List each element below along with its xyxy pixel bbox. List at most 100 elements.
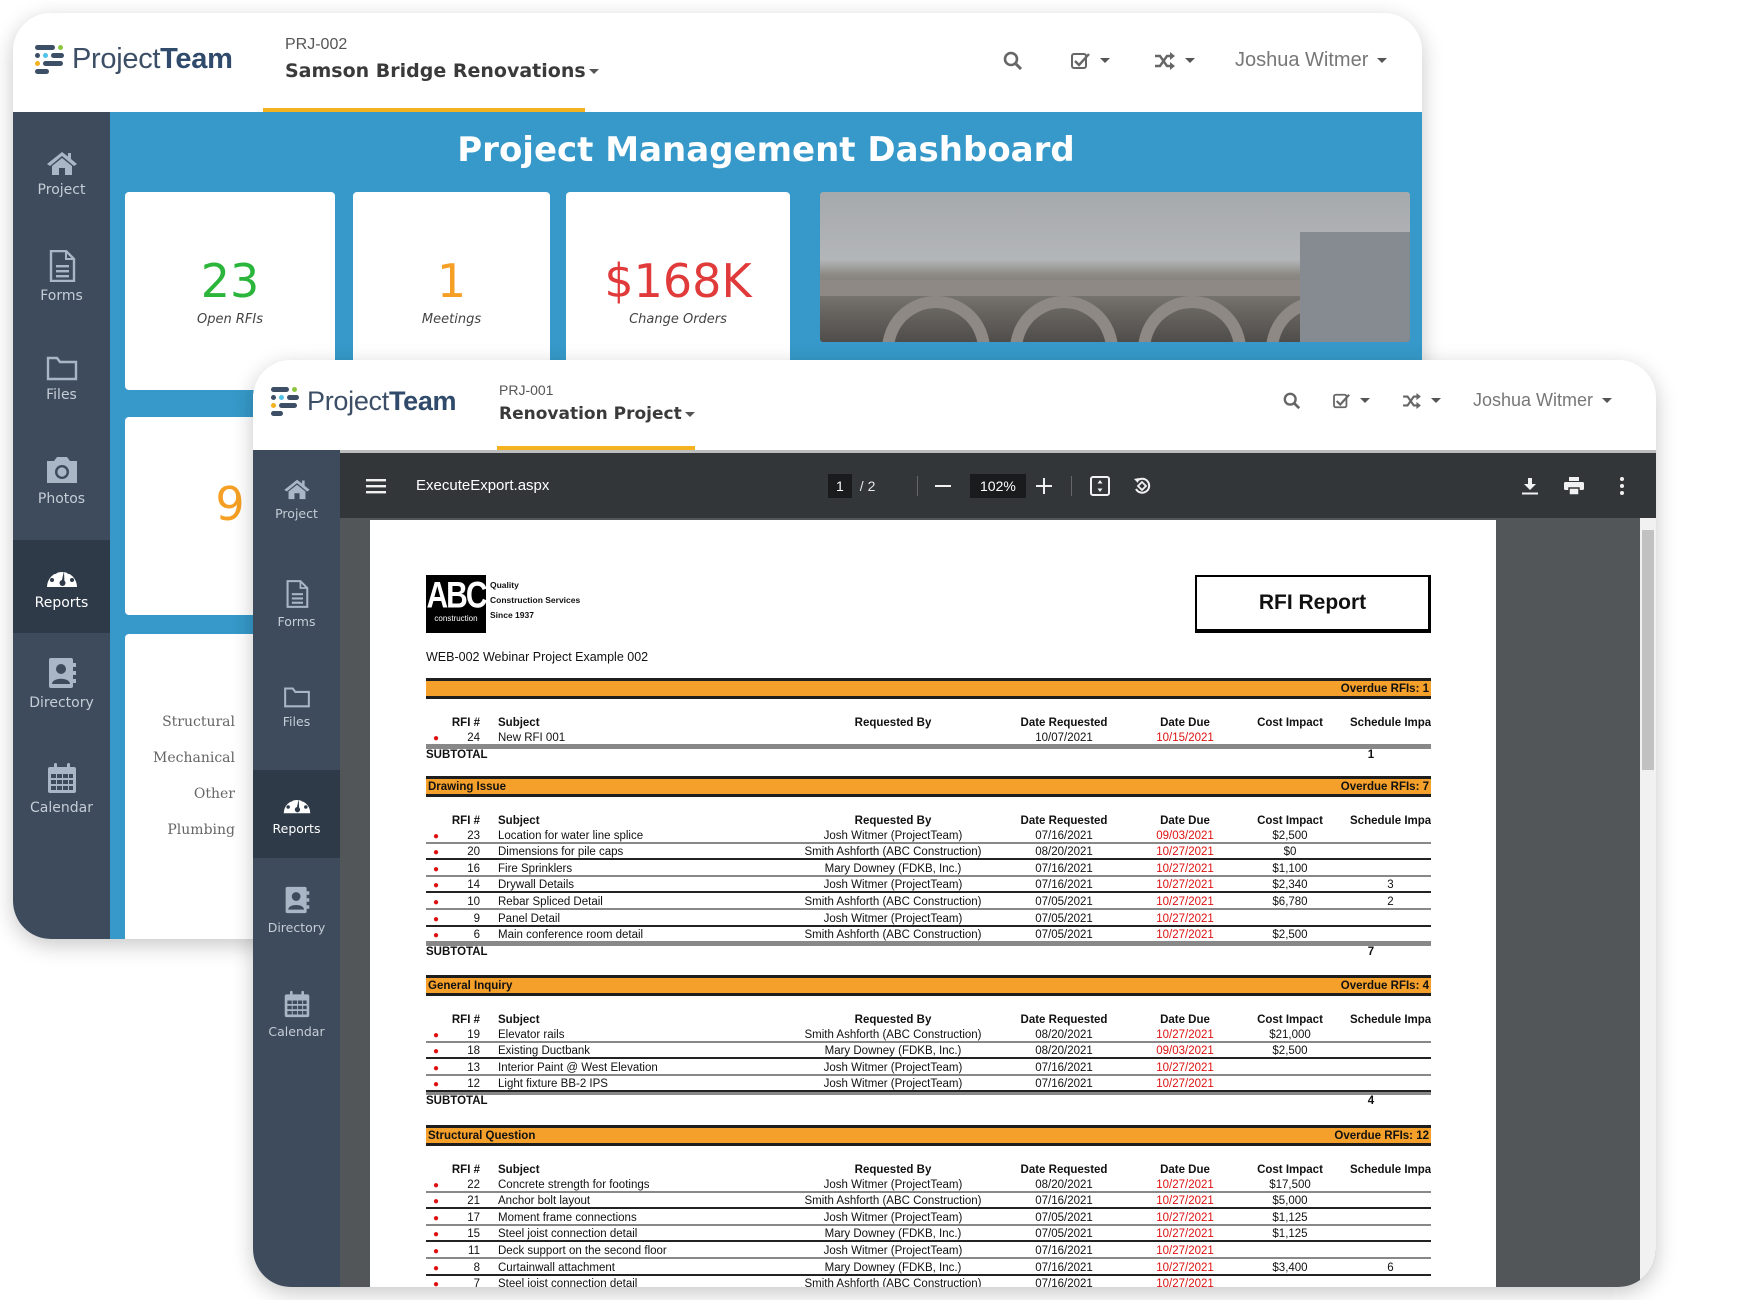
- pdf-menu-button[interactable]: [366, 453, 386, 518]
- tasks-dropdown[interactable]: [1071, 52, 1110, 70]
- table-row[interactable]: ● 8 Curtainwall attachment Mary Downey (FDK…: [426, 1259, 1431, 1276]
- project-photo-bridge[interactable]: [820, 192, 1410, 342]
- table-row[interactable]: ● 13 Interior Paint @ West Elevation Josh W…: [426, 1059, 1431, 1076]
- cell-due: 10/27/2021: [1156, 912, 1214, 925]
- sidebar-item-reports[interactable]: Reports: [13, 540, 110, 633]
- download-button[interactable]: [1522, 453, 1538, 518]
- sidebar-item-photos[interactable]: Photos: [13, 455, 110, 535]
- table-row[interactable]: ● 22 Concrete strength for footings Josh Wi…: [426, 1176, 1431, 1193]
- table-row[interactable]: ● 24 New RFI 001 10/07/2021 10/15/2021: [426, 729, 1431, 746]
- column-header: Cost Impact: [1257, 1014, 1323, 1026]
- cell-requested: 07/05/2021: [1035, 929, 1093, 942]
- table-row[interactable]: ● 17 Moment frame connections Josh Witmer (…: [426, 1209, 1431, 1226]
- sidebar-item-project[interactable]: Project: [253, 478, 340, 550]
- table-row[interactable]: ● 18 Existing Ductbank Mary Downey (FDKB, I…: [426, 1043, 1431, 1060]
- cell-subject: Anchor bolt layout: [498, 1195, 591, 1208]
- cell-requested: 08/20/2021: [1035, 1045, 1093, 1058]
- zoom-in-button[interactable]: [1036, 453, 1052, 518]
- bridge-arch: [1010, 296, 1118, 342]
- zoom-level-input[interactable]: 102%: [970, 473, 1026, 498]
- table-row[interactable]: ● 19 Elevator rails Smith Ashforth (ABC Con…: [426, 1026, 1431, 1043]
- table-row[interactable]: ● 12 Light fixture BB-2 IPS Josh Witmer (Pr…: [426, 1076, 1431, 1093]
- table-body: ● 22 Concrete strength for footings Josh Wi…: [426, 1176, 1431, 1287]
- column-header: Date Due: [1160, 1164, 1210, 1176]
- print-button[interactable]: [1564, 453, 1584, 518]
- table-row[interactable]: ● 6 Main conference room detail Smith Ashfo…: [426, 927, 1431, 944]
- overdue-indicator-icon: ●: [432, 830, 440, 842]
- page-number-input[interactable]: 1: [828, 473, 852, 498]
- cell-due: 10/27/2021: [1156, 1061, 1214, 1074]
- sidebar-item-files[interactable]: Files: [13, 355, 110, 435]
- sidebar-item-project[interactable]: Project: [13, 150, 110, 230]
- project-name[interactable]: Renovation Project: [499, 404, 695, 424]
- sidebar-item-forms[interactable]: Forms: [253, 580, 340, 652]
- company-logo: ABC construction Quality Construction Se…: [426, 575, 580, 633]
- table-row[interactable]: ● 11 Deck support on the second floor Josh …: [426, 1242, 1431, 1259]
- chevron-down-icon: [1185, 58, 1195, 63]
- table-row[interactable]: ● 14 Drywall Details Josh Witmer (ProjectTe…: [426, 877, 1431, 894]
- cell-rfi: 21: [467, 1195, 480, 1208]
- cell-rfi: 7: [473, 1278, 480, 1287]
- more-options-button[interactable]: [1620, 453, 1624, 518]
- table-row[interactable]: ● 7 Steel joist connection detail Smith Ash…: [426, 1276, 1431, 1287]
- search-button[interactable]: [1283, 392, 1301, 410]
- table-body: ● 19 Elevator rails Smith Ashforth (ABC Con…: [426, 1026, 1431, 1093]
- cell-subject: Main conference room detail: [498, 929, 644, 942]
- user-menu[interactable]: Joshua Witmer: [1235, 49, 1388, 72]
- switch-dropdown[interactable]: [1154, 51, 1195, 70]
- pdf-toolbar: ExecuteExport.aspx 1 / 2 102%: [340, 450, 1656, 518]
- tasks-dropdown[interactable]: [1333, 393, 1370, 409]
- table-row[interactable]: ● 10 Rebar Spliced Detail Smith Ashforth (A…: [426, 893, 1431, 910]
- sidebar-item-reports[interactable]: Reports: [253, 770, 340, 858]
- table-row[interactable]: ● 16 Fire Sprinklers Mary Downey (FDKB, Inc…: [426, 860, 1431, 877]
- table-row[interactable]: ● 21 Anchor bolt layout Smith Ashforth (ABC…: [426, 1193, 1431, 1210]
- column-header: Schedule Impact: [1350, 1014, 1431, 1026]
- table-row[interactable]: ● 23 Location for water line splice Josh Wi…: [426, 827, 1431, 844]
- cell-due: 10/27/2021: [1156, 846, 1214, 859]
- projectteam-logo[interactable]: ProjectTeam: [271, 386, 457, 417]
- search-button[interactable]: [1003, 51, 1023, 71]
- fit-page-button[interactable]: [1090, 453, 1110, 518]
- cell-by: Josh Witmer (ProjectTeam): [823, 879, 963, 892]
- overdue-indicator-icon: ●: [432, 1196, 440, 1208]
- cell-rfi: 19: [467, 1028, 480, 1041]
- cell-subject: Elevator rails: [498, 1028, 565, 1041]
- cell-due: 10/27/2021: [1156, 1244, 1214, 1257]
- sidebar-item-forms[interactable]: Forms: [13, 250, 110, 330]
- sidebar-item-calendar[interactable]: Calendar: [253, 990, 340, 1062]
- bridge-deck: [820, 280, 1350, 296]
- switch-dropdown[interactable]: [1402, 392, 1441, 409]
- header-toolbar: Joshua Witmer: [1003, 49, 1388, 72]
- zoom-out-button[interactable]: [935, 453, 951, 518]
- project-selector[interactable]: PRJ-002 Samson Bridge Renovations: [285, 36, 599, 82]
- overdue-indicator-icon: ●: [432, 880, 440, 892]
- sidebar-item-calendar[interactable]: Calendar: [13, 762, 110, 842]
- scrollbar-thumb[interactable]: [1642, 530, 1654, 770]
- table-row[interactable]: ● 20 Dimensions for pile caps Smith Ashfort…: [426, 844, 1431, 861]
- table-row[interactable]: ● 15 Steel joist connection detail Mary Dow…: [426, 1226, 1431, 1243]
- overdue-indicator-icon: ●: [432, 1212, 440, 1224]
- hamburger-menu-icon: [366, 478, 386, 493]
- subtotal-label: SUBTOTAL: [426, 748, 488, 761]
- sidebar-item-directory[interactable]: Directory: [253, 886, 340, 958]
- user-menu[interactable]: Joshua Witmer: [1473, 390, 1613, 411]
- project-selector[interactable]: PRJ-001 Renovation Project: [499, 382, 695, 424]
- cell-by: Mary Downey (FDKB, Inc.): [824, 862, 962, 875]
- cell-rfi: 11: [468, 1244, 480, 1257]
- sidebar-item-files[interactable]: Files: [253, 686, 340, 758]
- column-header: Date Requested: [1020, 1164, 1108, 1176]
- pdf-scrollbar[interactable]: [1640, 518, 1656, 1287]
- contacts-book-icon: [48, 658, 76, 688]
- rotate-button[interactable]: [1132, 453, 1152, 518]
- front-header: ProjectTeam PRJ-001 Renovation Project J…: [253, 360, 1656, 450]
- cell-subject: Existing Ductbank: [498, 1045, 591, 1058]
- table-body: ● 23 Location for water line splice Josh Wi…: [426, 827, 1431, 944]
- table-row[interactable]: ● 9 Panel Detail Josh Witmer (ProjectTeam) 0…: [426, 910, 1431, 927]
- cell-by: Josh Witmer (ProjectTeam): [823, 1078, 963, 1091]
- kpi-label: Meetings: [421, 312, 482, 327]
- sidebar-item-directory[interactable]: Directory: [13, 657, 110, 737]
- project-name[interactable]: Samson Bridge Renovations: [285, 60, 599, 82]
- projectteam-logo[interactable]: ProjectTeam: [35, 43, 233, 76]
- document-icon: [286, 580, 308, 608]
- cell-requested: 07/16/2021: [1035, 829, 1093, 842]
